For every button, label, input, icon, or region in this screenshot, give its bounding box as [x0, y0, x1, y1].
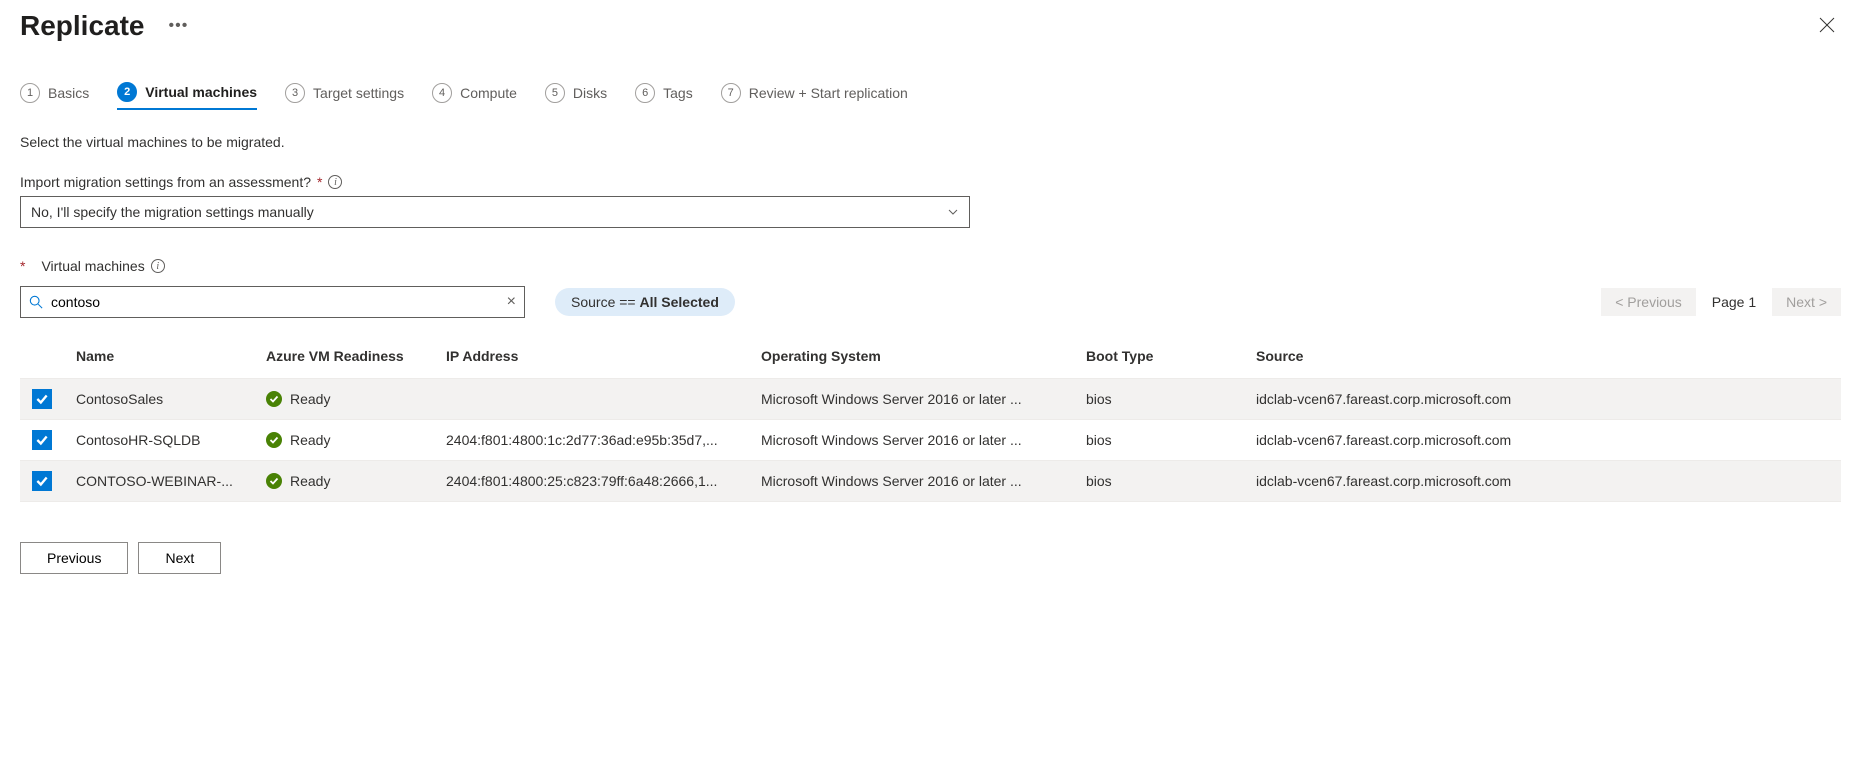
success-icon — [266, 391, 282, 407]
cell-os: Microsoft Windows Server 2016 or later .… — [749, 379, 1074, 420]
readiness-text: Ready — [290, 391, 330, 407]
close-icon — [1819, 17, 1835, 33]
tab-compute[interactable]: 4 Compute — [432, 82, 517, 110]
search-box[interactable]: × — [20, 286, 525, 318]
tab-basics[interactable]: 1 Basics — [20, 82, 89, 110]
import-settings-dropdown[interactable]: No, I'll specify the migration settings … — [20, 196, 970, 228]
label-text: Virtual machines — [41, 258, 144, 274]
readiness-cell: Ready — [266, 473, 422, 489]
tab-num: 5 — [545, 83, 565, 103]
label-text: Import migration settings from an assess… — [20, 174, 311, 190]
tab-target-settings[interactable]: 3 Target settings — [285, 82, 404, 110]
table-row[interactable]: CONTOSO-WEBINAR-... Ready 2404:f801:4800… — [20, 461, 1841, 502]
info-icon[interactable]: i — [151, 259, 165, 273]
import-settings-field: Import migration settings from an assess… — [20, 174, 1841, 228]
filter-row: × Source == All Selected < Previous Page… — [20, 286, 1841, 318]
cell-os: Microsoft Windows Server 2016 or later .… — [749, 420, 1074, 461]
tab-label: Virtual machines — [145, 84, 257, 100]
table-row[interactable]: ContosoSales Ready Microsoft Windows Ser… — [20, 379, 1841, 420]
close-button[interactable] — [1813, 11, 1841, 42]
cell-source: idclab-vcen67.fareast.corp.microsoft.com — [1244, 420, 1841, 461]
tab-label: Basics — [48, 85, 89, 101]
clear-search-button[interactable]: × — [507, 294, 516, 310]
chevron-down-icon — [947, 206, 959, 218]
col-header-check — [20, 338, 64, 379]
tab-virtual-machines[interactable]: 2 Virtual machines — [117, 82, 257, 110]
table-row[interactable]: ContosoHR-SQLDB Ready 2404:f801:4800:1c:… — [20, 420, 1841, 461]
check-icon — [35, 392, 49, 406]
col-header-os[interactable]: Operating System — [749, 338, 1074, 379]
col-header-readiness[interactable]: Azure VM Readiness — [254, 338, 434, 379]
tab-num: 6 — [635, 83, 655, 103]
page-info: Page 1 — [1712, 294, 1756, 310]
vm-section-label: * Virtual machines i — [20, 258, 1841, 274]
source-filter-pill[interactable]: Source == All Selected — [555, 288, 735, 316]
header-left: Replicate ••• — [20, 10, 192, 42]
pager-next-button[interactable]: Next > — [1772, 288, 1841, 316]
row-checkbox[interactable] — [32, 430, 52, 450]
col-header-boot[interactable]: Boot Type — [1074, 338, 1244, 379]
col-header-name[interactable]: Name — [64, 338, 254, 379]
col-header-source[interactable]: Source — [1244, 338, 1841, 379]
cell-source: idclab-vcen67.fareast.corp.microsoft.com — [1244, 379, 1841, 420]
required-indicator: * — [20, 258, 25, 274]
pager-prev-button[interactable]: < Previous — [1601, 288, 1696, 316]
check-icon — [35, 433, 49, 447]
cell-source: idclab-vcen67.fareast.corp.microsoft.com — [1244, 461, 1841, 502]
previous-button[interactable]: Previous — [20, 542, 128, 574]
pill-value: All Selected — [640, 294, 719, 310]
tab-num: 2 — [117, 82, 137, 102]
wizard-footer: Previous Next — [20, 542, 1841, 574]
wizard-tabs: 1 Basics 2 Virtual machines 3 Target set… — [20, 82, 1841, 110]
readiness-cell: Ready — [266, 391, 422, 407]
tab-label: Target settings — [313, 85, 404, 101]
cell-boot: bios — [1074, 461, 1244, 502]
tab-label: Tags — [663, 85, 693, 101]
cell-os: Microsoft Windows Server 2016 or later .… — [749, 461, 1074, 502]
readiness-text: Ready — [290, 473, 330, 489]
blade-header: Replicate ••• — [20, 10, 1841, 42]
pill-prefix: Source == — [571, 294, 640, 310]
success-icon — [266, 473, 282, 489]
search-icon — [29, 295, 43, 309]
info-icon[interactable]: i — [328, 175, 342, 189]
tab-label: Disks — [573, 85, 607, 101]
page-title: Replicate — [20, 10, 145, 42]
tab-num: 3 — [285, 83, 305, 103]
readiness-cell: Ready — [266, 432, 422, 448]
readiness-text: Ready — [290, 432, 330, 448]
success-icon — [266, 432, 282, 448]
cell-name: ContosoSales — [64, 379, 254, 420]
more-actions-button[interactable]: ••• — [165, 13, 193, 39]
required-indicator: * — [317, 174, 322, 190]
row-checkbox[interactable] — [32, 389, 52, 409]
cell-ip — [434, 379, 749, 420]
vm-table: Name Azure VM Readiness IP Address Opera… — [20, 338, 1841, 502]
dropdown-value: No, I'll specify the migration settings … — [31, 204, 314, 220]
cell-name: CONTOSO-WEBINAR-... — [64, 461, 254, 502]
instruction-text: Select the virtual machines to be migrat… — [20, 134, 1841, 150]
filter-left: × Source == All Selected — [20, 286, 735, 318]
cell-ip: 2404:f801:4800:25:c823:79ff:6a48:2666,1.… — [434, 461, 749, 502]
pager: < Previous Page 1 Next > — [1601, 288, 1841, 316]
tab-review[interactable]: 7 Review + Start replication — [721, 82, 908, 110]
field-label: Import migration settings from an assess… — [20, 174, 1841, 190]
check-icon — [35, 474, 49, 488]
cell-ip: 2404:f801:4800:1c:2d77:36ad:e95b:35d7,..… — [434, 420, 749, 461]
tab-tags[interactable]: 6 Tags — [635, 82, 693, 110]
tab-num: 4 — [432, 83, 452, 103]
tab-num: 1 — [20, 83, 40, 103]
row-checkbox[interactable] — [32, 471, 52, 491]
cell-boot: bios — [1074, 420, 1244, 461]
tab-label: Compute — [460, 85, 517, 101]
tab-num: 7 — [721, 83, 741, 103]
tab-disks[interactable]: 5 Disks — [545, 82, 607, 110]
next-button[interactable]: Next — [138, 542, 221, 574]
cell-boot: bios — [1074, 379, 1244, 420]
tab-label: Review + Start replication — [749, 85, 908, 101]
cell-name: ContosoHR-SQLDB — [64, 420, 254, 461]
search-input[interactable] — [49, 293, 501, 311]
col-header-ip[interactable]: IP Address — [434, 338, 749, 379]
